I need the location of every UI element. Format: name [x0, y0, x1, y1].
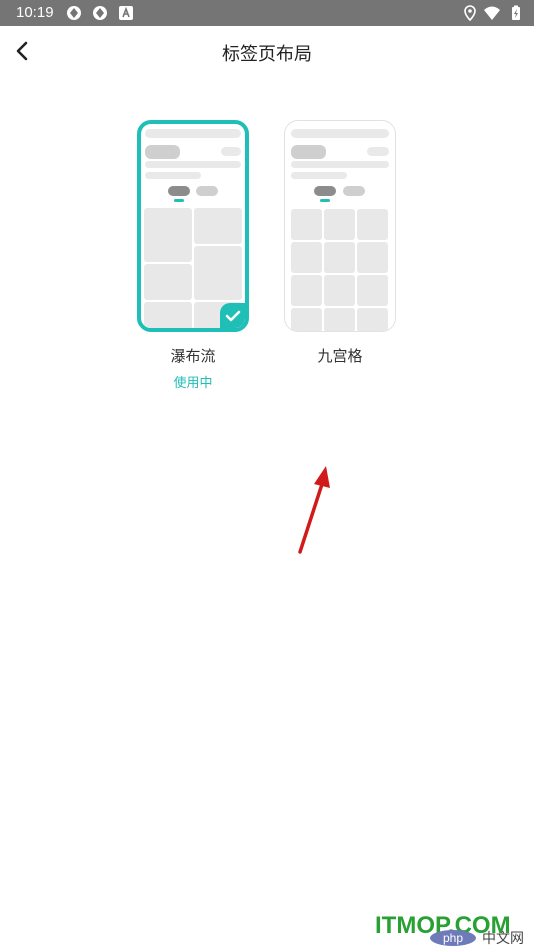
preview-grid-cell — [144, 264, 192, 300]
preview-text-line-short — [145, 172, 201, 179]
preview-tab — [343, 186, 365, 196]
app-header: 标签页布局 — [0, 26, 534, 78]
preview-tab-active — [314, 186, 336, 196]
preview-tab-active — [168, 186, 190, 196]
waterfall-layout-label: 瀑布流 — [170, 347, 216, 365]
annotation-arrow-icon — [298, 466, 330, 554]
preview-grid-cell — [291, 242, 322, 273]
preview-text-line — [291, 161, 389, 168]
preview-grid-cell — [144, 302, 192, 328]
watermark-php: php 中文网 — [430, 926, 534, 950]
preview-grid-cell — [357, 308, 388, 331]
preview-header-button — [221, 147, 241, 156]
preview-search-bar — [145, 129, 241, 138]
preview-grid-cell — [194, 208, 242, 244]
status-bar: 10:19 — [0, 0, 534, 26]
app-notification-icon-2 — [93, 6, 107, 20]
preview-grid-cell — [194, 246, 242, 300]
preview-text-line — [145, 161, 241, 168]
location-icon — [464, 5, 476, 21]
status-time: 10:19 — [16, 4, 54, 21]
preview-grid-cell — [357, 275, 388, 306]
preview-grid-cell — [324, 209, 355, 240]
preview-header-block — [145, 145, 180, 159]
php-cn-text: 中文网 — [482, 931, 524, 947]
preview-tab-indicator — [174, 199, 184, 202]
a-notification-icon — [119, 6, 133, 20]
preview-grid-cell — [357, 209, 388, 240]
nine-grid-layout-card[interactable] — [284, 120, 396, 332]
selected-check-badge — [220, 303, 245, 328]
preview-grid-cell — [291, 275, 322, 306]
app-notification-icon — [67, 6, 81, 20]
preview-grid-cell — [291, 308, 322, 331]
preview-grid-cell — [357, 242, 388, 273]
battery-icon — [512, 5, 520, 20]
preview-grid-cell — [324, 275, 355, 306]
waterfall-layout-card[interactable] — [137, 120, 249, 332]
preview-text-line-short — [291, 172, 347, 179]
in-use-status: 使用中 — [173, 376, 213, 391]
nine-grid-layout-label: 九宫格 — [317, 347, 363, 365]
preview-tab — [196, 186, 218, 196]
preview-grid-cell — [324, 308, 355, 331]
check-icon — [225, 310, 241, 322]
page-title: 标签页布局 — [222, 44, 312, 65]
preview-header-block — [291, 145, 326, 159]
preview-search-bar — [291, 129, 389, 138]
preview-header-button — [367, 147, 389, 156]
preview-grid-cell — [144, 208, 192, 262]
preview-tab-indicator — [320, 199, 330, 202]
wifi-icon — [484, 6, 500, 20]
preview-grid-cell — [324, 242, 355, 273]
preview-grid-cell — [291, 209, 322, 240]
php-logo: php — [430, 930, 476, 946]
